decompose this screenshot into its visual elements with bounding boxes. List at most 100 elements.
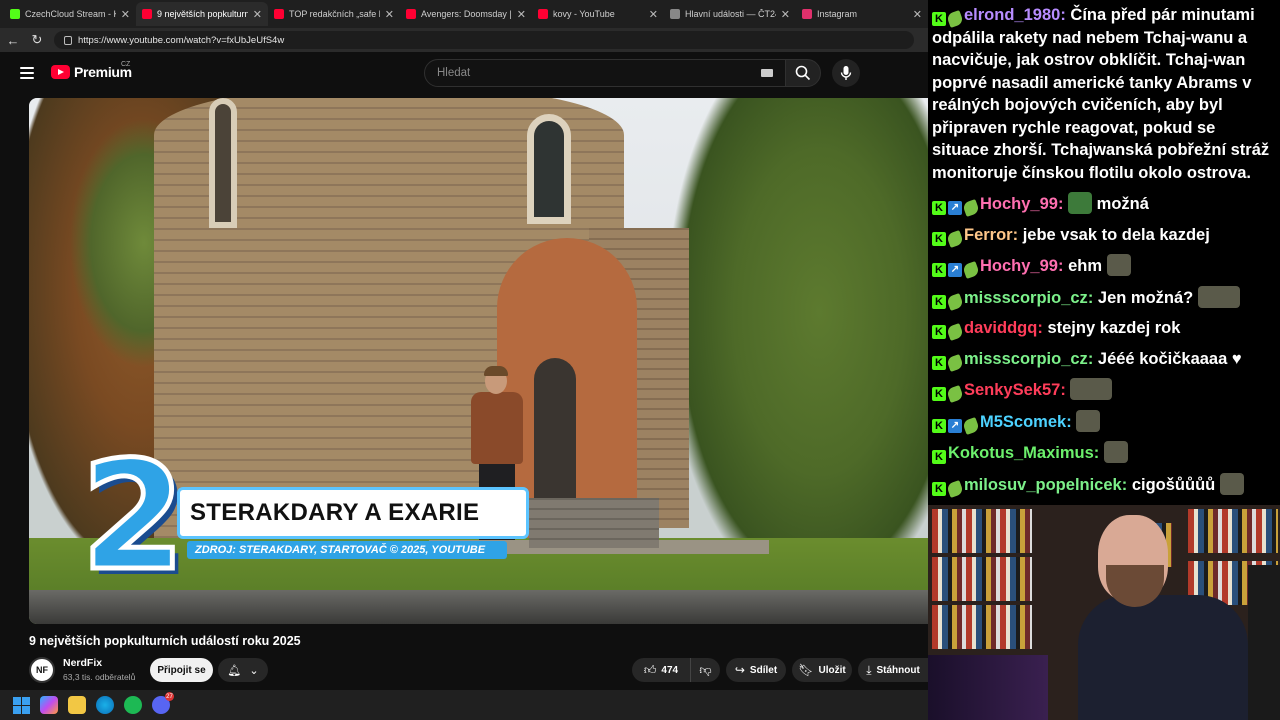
close-tab-icon[interactable]: ✕ — [385, 8, 394, 21]
browser-tab[interactable]: Instagram ✕ — [796, 2, 928, 26]
dislike-button[interactable]: 👎︎ — [690, 658, 720, 682]
save-button[interactable]: 🔖︎ Uložit — [792, 658, 852, 682]
close-tab-icon[interactable]: ✕ — [517, 8, 526, 21]
start-button[interactable] — [12, 696, 30, 714]
kick-badge-icon: K — [932, 355, 946, 370]
chat-text: jebe vsak to dela kazdej — [1022, 225, 1210, 244]
search-button[interactable] — [785, 59, 821, 87]
cam-books-2 — [932, 557, 1032, 601]
menu-icon[interactable] — [20, 67, 34, 79]
chat-username[interactable]: missscorpio_cz — [964, 289, 1088, 307]
tab-favicon-icon — [406, 9, 416, 19]
tab-favicon-icon — [670, 9, 680, 19]
chat-colon: : — [1066, 412, 1077, 431]
voice-search-button[interactable] — [832, 59, 860, 87]
close-tab-icon[interactable]: ✕ — [913, 8, 922, 21]
close-tab-icon[interactable]: ✕ — [253, 8, 262, 21]
tab-title: kovy - YouTube — [553, 9, 615, 19]
notification-bell-button[interactable]: 🔔︎ ⌄ — [218, 658, 268, 682]
browser-tab[interactable]: 9 největších popkulturních u ✕ — [136, 2, 268, 26]
copilot-icon[interactable] — [40, 696, 58, 714]
browser-tab[interactable]: kovy - YouTube ✕ — [532, 2, 664, 26]
chat-username[interactable]: missscorpio_cz — [964, 350, 1088, 368]
chat-text: ehm — [1068, 257, 1102, 275]
leaf-badge-icon — [946, 385, 964, 403]
chat-text: cigošůůůů — [1131, 475, 1216, 494]
kick-chat: Kelrond_1980: Čína před pár minutami odp… — [928, 0, 1280, 505]
join-button[interactable]: Připojit se — [150, 658, 213, 682]
thumbs-up-icon: 👍︎ — [643, 662, 657, 677]
emote-icon — [1070, 378, 1113, 400]
kick-badge-icon: K — [932, 231, 946, 246]
spotify-icon[interactable] — [124, 696, 142, 714]
share-button[interactable]: ↪ Sdílet — [726, 658, 786, 682]
kick-badge-icon: K — [932, 294, 946, 309]
kick-badge-icon: K — [932, 418, 946, 433]
file-explorer-icon[interactable] — [68, 696, 86, 714]
chat-colon: : — [1057, 195, 1069, 213]
chat-message: Kelrond_1980: Čína před pár minutami odp… — [932, 4, 1276, 184]
chat-username[interactable]: M5Scomek — [980, 413, 1066, 431]
emote-icon — [1106, 254, 1131, 276]
browser-tab[interactable]: TOP redakčních „safe her", ke ✕ — [268, 2, 400, 26]
like-button[interactable]: 👍︎ 474 — [632, 658, 690, 682]
discord-icon[interactable]: 27 — [152, 692, 174, 714]
close-tab-icon[interactable]: ✕ — [121, 8, 130, 21]
video-trees-right — [669, 98, 928, 598]
chat-colon: : — [1093, 444, 1104, 462]
user-badges: K — [932, 10, 964, 28]
user-badges: K — [932, 479, 964, 498]
channel-name[interactable]: NerdFix — [63, 657, 102, 669]
search-icon — [795, 65, 811, 81]
tab-favicon-icon — [274, 9, 284, 19]
video-overlay-badge: 2 STERAKDARY A EXARIE ZDROJ: STERAKDARY,… — [79, 440, 541, 595]
user-badges: K — [932, 385, 964, 403]
windows-icon — [12, 696, 30, 714]
chat-username[interactable]: Hochy_99 — [980, 257, 1058, 275]
channel-avatar[interactable]: NF — [29, 657, 55, 683]
chat-username[interactable]: Hochy_99 — [980, 195, 1058, 213]
logo-region: CZ — [121, 61, 131, 68]
video-steps — [529, 498, 659, 548]
tab-favicon-icon — [802, 9, 812, 19]
chat-username[interactable]: SenkySek57 — [964, 381, 1060, 399]
tab-title: 9 největších popkulturních u — [157, 9, 248, 19]
cam-streamer-body — [1078, 595, 1248, 720]
browser-tab[interactable]: CzechCloud Stream - Kick Da ✕ — [4, 2, 136, 26]
cam-books-3 — [932, 605, 1032, 649]
keyboard-icon[interactable] — [761, 69, 773, 77]
download-button[interactable]: ⤓ Stáhnout — [858, 658, 928, 682]
browser-tab[interactable]: Hlavní události — ČT24 — Čes ✕ — [664, 2, 796, 26]
share-label: Sdílet — [749, 664, 778, 676]
emote-icon — [1197, 285, 1240, 308]
chat-username[interactable]: milosuv_popelnicek — [964, 476, 1122, 494]
chat-text: Čína před pár minutami odpálila rakety n… — [932, 6, 1270, 182]
chat-message: Kmilosuv_popelnicek: cigošůůůů — [932, 472, 1276, 498]
windows-taskbar: 27 — [0, 690, 928, 720]
chat-username[interactable]: Kokotus_Maximus — [948, 444, 1094, 462]
chat-message: Kmissscorpio_cz: Jééé kočičkaaaa ♥ — [932, 348, 1276, 372]
search-input[interactable]: Hledat — [424, 59, 786, 87]
close-tab-icon[interactable]: ✕ — [781, 8, 790, 21]
close-tab-icon[interactable]: ✕ — [649, 8, 658, 21]
youtube-logo[interactable]: Premium CZ — [51, 61, 132, 80]
edge-icon[interactable] — [96, 696, 114, 714]
back-icon[interactable]: ← — [6, 33, 20, 48]
chat-username[interactable]: elrond_1980 — [964, 6, 1060, 24]
url-field[interactable]: https://www.youtube.com/watch?v=fxUbJeUf… — [54, 31, 914, 49]
microphone-icon — [840, 66, 852, 80]
chat-username[interactable]: daviddgq — [964, 319, 1037, 337]
thumbs-down-icon: 👎︎ — [699, 662, 712, 677]
reload-icon[interactable]: ↻ — [30, 32, 44, 48]
browser-tab[interactable]: Avengers: Doomsday | Only in ✕ — [400, 2, 532, 26]
user-badges: K ↗ — [932, 416, 980, 435]
like-count: 474 — [661, 664, 679, 676]
leaf-badge-icon — [946, 229, 964, 248]
chat-message: K Ferror: jebe vsak to dela kazdej — [932, 224, 1276, 248]
chat-username[interactable]: Ferror — [964, 226, 1013, 244]
leaf-badge-icon — [962, 416, 980, 435]
video-player[interactable]: 2 STERAKDARY A EXARIE ZDROJ: STERAKDARY,… — [29, 98, 928, 624]
kick-badge-icon: K — [932, 12, 946, 26]
browser-window: CzechCloud Stream - Kick Da✕9 největších… — [0, 0, 928, 690]
tab-favicon-icon — [142, 9, 152, 19]
